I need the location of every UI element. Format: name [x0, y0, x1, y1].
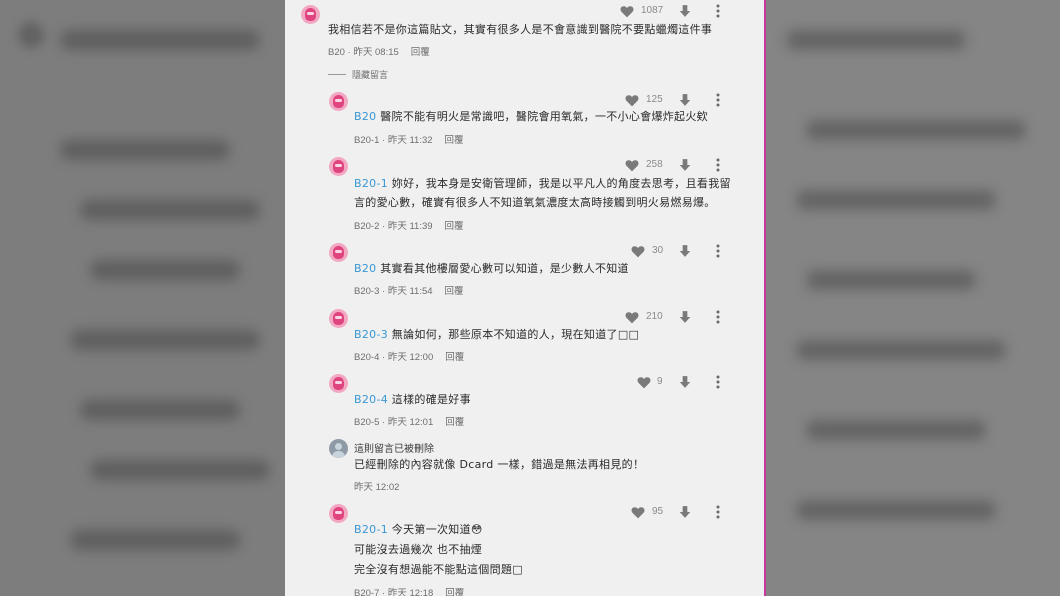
- flushed-face-emoji: 😳: [470, 523, 483, 536]
- more-options-icon[interactable]: [716, 375, 720, 389]
- reply-meta: B20-2 · 昨天 11:39 回覆: [354, 221, 464, 232]
- reply-meta: B20-7 · 昨天 12:18 回覆: [354, 585, 464, 596]
- timestamp: 昨天 11:54: [387, 286, 433, 297]
- blurred-background-left: [0, 0, 285, 596]
- thumb-down-icon[interactable]: [678, 158, 692, 172]
- more-options-icon[interactable]: [716, 158, 720, 172]
- reply-button[interactable]: 回覆: [411, 47, 430, 58]
- reply-meta: B20-4 · 昨天 12:00 回覆: [354, 352, 465, 363]
- heart-icon[interactable]: [625, 94, 639, 107]
- floor-tag-link[interactable]: B20: [354, 262, 376, 275]
- timestamp: 昨天 11:39: [387, 221, 433, 232]
- reply-button[interactable]: 回覆: [445, 417, 464, 428]
- blurred-background-right: [766, 0, 1060, 596]
- reply-meta: B20-1 · 昨天 11:32 回覆: [354, 135, 464, 146]
- avatar-icon[interactable]: [329, 243, 348, 262]
- heart-icon[interactable]: [620, 5, 634, 18]
- floor-number: B20-1: [354, 135, 380, 146]
- reply-button[interactable]: 回覆: [445, 588, 464, 596]
- timestamp: 昨天 08:15: [353, 47, 399, 58]
- reply-text: B20-1 妳好，我本身是安衛管理師，我是以平凡人的角度去思考，且看我留: [354, 177, 731, 190]
- reply-text-line2: 可能沒去過幾次 也不抽煙: [354, 543, 483, 556]
- more-options-icon[interactable]: [716, 93, 720, 107]
- like-count: 258: [646, 159, 663, 170]
- reply-meta: B20-3 · 昨天 11:54 回覆: [354, 286, 464, 297]
- avatar-icon[interactable]: [329, 309, 348, 328]
- timestamp: 昨天 12:00: [387, 352, 434, 363]
- deleted-notice-title: 這則留言已被刪除: [354, 444, 434, 455]
- avatar-icon[interactable]: [301, 5, 320, 24]
- like-count: 125: [646, 94, 663, 105]
- deleted-notice-text: 已經刪除的內容就像 Dcard 一樣，錯過是無法再相見的！: [354, 458, 645, 471]
- reply-button[interactable]: 回覆: [445, 135, 464, 146]
- reply-button[interactable]: 回覆: [445, 352, 464, 363]
- heart-icon[interactable]: [631, 245, 645, 258]
- reply-text: B20-3 無論如何，那些原本不知道的人，現在知道了□□: [354, 328, 640, 341]
- hide-replies-label[interactable]: 隱藏留言: [352, 68, 388, 81]
- more-options-icon[interactable]: [716, 505, 720, 519]
- floor-number: B20-3: [354, 286, 380, 297]
- avatar-icon[interactable]: [329, 92, 348, 111]
- like-count: 1087: [641, 5, 664, 16]
- thumb-down-icon[interactable]: [678, 375, 692, 389]
- reply-text: B20 其實看其他樓層愛心數可以知道，是少數人不知道: [354, 262, 629, 275]
- comment-panel: 1087 我相信若不是你這篇貼文，其實有很多人是不會意識到醫院不要點蠟燭這件事 …: [285, 0, 764, 596]
- thumb-down-icon[interactable]: [678, 244, 692, 258]
- heart-icon[interactable]: [625, 159, 639, 172]
- timestamp: 昨天 12:01: [387, 417, 434, 428]
- default-avatar-icon: [329, 439, 348, 458]
- like-count: 30: [652, 245, 664, 256]
- hide-replies-toggle[interactable]: 隱藏留言: [328, 68, 388, 81]
- thumb-down-icon[interactable]: [678, 4, 692, 18]
- more-options-icon[interactable]: [716, 244, 720, 258]
- avatar-icon[interactable]: [329, 157, 348, 176]
- reply-button[interactable]: 回覆: [445, 286, 464, 297]
- like-count: 9: [657, 376, 663, 387]
- heart-icon[interactable]: [637, 376, 651, 389]
- reply-text: B20-4 這樣的確是好事: [354, 393, 471, 406]
- reply-meta: B20-5 · 昨天 12:01 回覆: [354, 417, 465, 428]
- floor-tag-link[interactable]: B20-4: [354, 393, 388, 406]
- floor-number: B20: [328, 47, 345, 58]
- thumb-down-icon[interactable]: [678, 310, 692, 324]
- floor-tag-link[interactable]: B20-1: [354, 177, 388, 190]
- reply-button[interactable]: 回覆: [445, 221, 464, 232]
- like-count: 95: [652, 506, 664, 517]
- thumb-down-icon[interactable]: [678, 93, 692, 107]
- reply-text: B20 醫院不能有明火是常識吧，醫院會用氧氣，一不小心會爆炸起火欸: [354, 110, 708, 123]
- comment-meta: B20 · 昨天 08:15 回覆: [328, 47, 430, 58]
- comment-text: 我相信若不是你這篇貼文，其實有很多人是不會意識到醫院不要點蠟燭這件事: [328, 23, 713, 36]
- more-options-icon[interactable]: [716, 310, 720, 324]
- unsupported-glyph: □□: [617, 328, 640, 341]
- heart-icon[interactable]: [631, 506, 645, 519]
- heart-icon[interactable]: [625, 311, 639, 324]
- reply-text-line3: 完全沒有想過能不能點這個問題□: [354, 563, 523, 576]
- floor-number: B20-2: [354, 221, 380, 232]
- more-options-icon[interactable]: [716, 4, 720, 18]
- floor-tag-link[interactable]: B20-1: [354, 523, 388, 536]
- timestamp: 昨天 12:18: [387, 588, 434, 596]
- like-count: 210: [646, 311, 663, 322]
- timestamp: 昨天 11:32: [387, 135, 433, 146]
- timestamp: 昨天 12:02: [354, 482, 400, 493]
- avatar-icon[interactable]: [329, 374, 348, 393]
- floor-number: B20-4: [354, 352, 380, 363]
- floor-number: B20-7: [354, 588, 380, 596]
- thumb-down-icon[interactable]: [678, 505, 692, 519]
- floor-tag-link[interactable]: B20-3: [354, 328, 388, 341]
- avatar-icon[interactable]: [329, 504, 348, 523]
- reply-text-line2: 言的愛心數，確實有很多人不知道氧氣濃度太高時接觸到明火易燃易爆。: [354, 196, 716, 209]
- floor-number: B20-5: [354, 417, 380, 428]
- panel-border: [764, 0, 766, 596]
- floor-tag-link[interactable]: B20: [354, 110, 376, 123]
- reply-text: B20-1 今天第一次知道😳: [354, 523, 483, 536]
